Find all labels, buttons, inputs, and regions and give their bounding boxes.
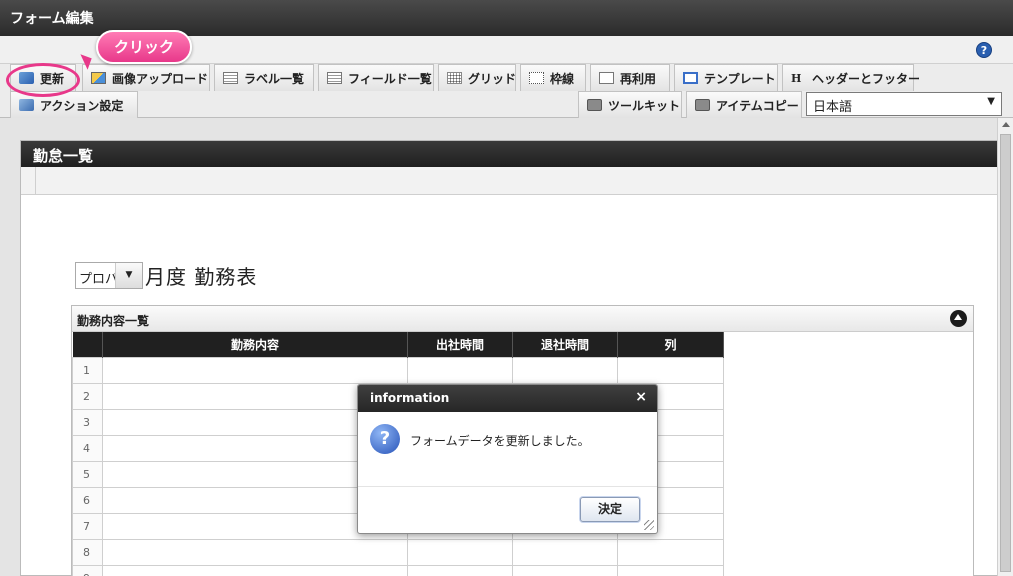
table-cell[interactable] bbox=[102, 564, 408, 576]
scroll-thumb[interactable] bbox=[1000, 134, 1011, 572]
chevron-down-icon: ▼ bbox=[987, 96, 995, 107]
panel-title: 勤怠一覧 bbox=[21, 141, 997, 167]
grid-button[interactable]: グリッド bbox=[438, 64, 516, 91]
table-row: 9 bbox=[72, 564, 724, 576]
template-label: テンプレート bbox=[704, 71, 776, 86]
table-cell[interactable] bbox=[102, 538, 408, 566]
chevron-down-icon[interactable]: ▼ bbox=[116, 263, 142, 288]
table-cell[interactable] bbox=[617, 356, 724, 384]
item-copy-label: アイテムコピー bbox=[716, 98, 799, 113]
collapse-icon[interactable] bbox=[950, 310, 967, 327]
table-cell[interactable] bbox=[617, 564, 724, 576]
reuse-label: 再利用 bbox=[620, 71, 657, 86]
label-list-icon bbox=[223, 72, 238, 84]
column-header bbox=[72, 332, 103, 357]
column-header[interactable]: 列 bbox=[617, 332, 724, 357]
template-button[interactable]: テンプレート bbox=[674, 64, 778, 91]
border-button[interactable]: 枠線 bbox=[520, 64, 586, 91]
form-title: 月度 勤務表 bbox=[145, 265, 258, 289]
image-upload-label: 画像アップロード bbox=[112, 71, 209, 86]
column-header[interactable]: 出社時間 bbox=[407, 332, 513, 357]
reuse-icon bbox=[599, 72, 614, 84]
question-icon: ? bbox=[370, 424, 400, 454]
item-copy-icon bbox=[695, 99, 710, 111]
panel-strip bbox=[21, 167, 997, 195]
resize-grip-icon[interactable] bbox=[644, 520, 654, 530]
vertical-scrollbar[interactable] bbox=[997, 118, 1013, 576]
border-label: 枠線 bbox=[550, 71, 575, 86]
column-header[interactable]: 退社時間 bbox=[512, 332, 618, 357]
table-cell[interactable] bbox=[102, 356, 408, 384]
scroll-up-icon[interactable] bbox=[1002, 122, 1010, 127]
row-number: 6 bbox=[72, 486, 103, 514]
table-cell[interactable] bbox=[512, 564, 618, 576]
image-upload-button[interactable]: 画像アップロード bbox=[82, 64, 210, 91]
action-settings-label: アクション設定 bbox=[40, 98, 124, 113]
subpanel-header: 勤務内容一覧 bbox=[72, 306, 973, 332]
row-number: 5 bbox=[72, 460, 103, 488]
month-select-value: プロパ bbox=[76, 263, 116, 288]
table-cell[interactable] bbox=[407, 538, 513, 566]
field-list-label: フィールド一覧 bbox=[348, 71, 432, 86]
table-cell[interactable] bbox=[407, 356, 513, 384]
column-header[interactable]: 勤務内容 bbox=[102, 332, 408, 357]
grid-icon bbox=[447, 72, 462, 84]
label-list-button[interactable]: ラベル一覧 bbox=[214, 64, 314, 91]
image-upload-icon bbox=[91, 72, 106, 84]
ok-button[interactable]: 決定 bbox=[580, 497, 640, 522]
table-row: 8 bbox=[72, 538, 724, 566]
header-footer-label: ヘッダーとフッター bbox=[812, 71, 921, 86]
header-footer-icon: H bbox=[791, 72, 802, 85]
close-icon[interactable]: × bbox=[635, 389, 647, 405]
toolkit-button[interactable]: ツールキット bbox=[578, 91, 682, 118]
language-value: 日本語 bbox=[813, 100, 853, 115]
reuse-button[interactable]: 再利用 bbox=[590, 64, 670, 91]
item-copy-button[interactable]: アイテムコピー bbox=[686, 91, 802, 118]
dialog-header: information × bbox=[358, 385, 657, 412]
action-icon bbox=[19, 99, 34, 111]
table-cell[interactable] bbox=[617, 538, 724, 566]
row-number: 9 bbox=[72, 564, 103, 576]
help-icon[interactable]: ? bbox=[976, 42, 992, 58]
border-icon bbox=[529, 72, 544, 84]
dialog-title: information bbox=[370, 391, 450, 405]
table-cell[interactable] bbox=[512, 538, 618, 566]
row-number: 7 bbox=[72, 512, 103, 540]
row-number: 4 bbox=[72, 434, 103, 462]
table-row: 1 bbox=[72, 356, 724, 384]
table-header-row: 勤務内容 出社時間 退社時間 列 bbox=[72, 332, 724, 357]
click-callout: クリック bbox=[96, 30, 192, 64]
dialog-body: ? フォームデータを更新しました。 bbox=[358, 412, 657, 487]
label-list-label: ラベル一覧 bbox=[244, 71, 305, 86]
field-list-button[interactable]: フィールド一覧 bbox=[318, 64, 434, 91]
highlight-ring bbox=[6, 63, 80, 97]
field-list-icon bbox=[327, 72, 342, 84]
toolkit-label: ツールキット bbox=[608, 98, 681, 113]
grid-label: グリッド bbox=[468, 71, 517, 86]
dialog-message: フォームデータを更新しました。 bbox=[410, 434, 590, 448]
toolkit-icon bbox=[587, 99, 602, 111]
row-number: 3 bbox=[72, 408, 103, 436]
toolbar: 更新 画像アップロード ラベル一覧 フィールド一覧 グリッド 枠線 再利用 テン… bbox=[0, 64, 1013, 118]
subpanel-title: 勤務内容一覧 bbox=[77, 314, 150, 328]
row-number: 8 bbox=[72, 538, 103, 566]
template-icon bbox=[683, 72, 698, 84]
form-title-row: プロパ ▼ 月度 勤務表 bbox=[75, 261, 257, 290]
row-number: 1 bbox=[72, 356, 103, 384]
dialog-footer: 決定 bbox=[358, 487, 657, 533]
month-select[interactable]: プロパ ▼ bbox=[75, 262, 143, 289]
language-select[interactable]: 日本語 ▼ bbox=[806, 92, 1002, 116]
table-cell[interactable] bbox=[407, 564, 513, 576]
information-dialog: information × ? フォームデータを更新しました。 決定 bbox=[357, 384, 658, 534]
row-number: 2 bbox=[72, 382, 103, 410]
table-cell[interactable] bbox=[512, 356, 618, 384]
header-footer-button[interactable]: H ヘッダーとフッター bbox=[782, 64, 920, 91]
